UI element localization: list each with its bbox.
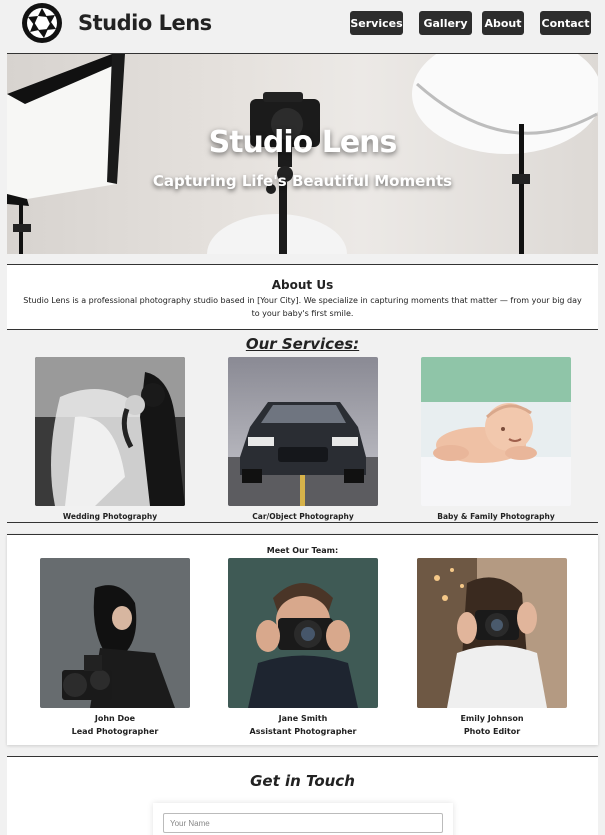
wedding-photo[interactable] <box>35 357 185 506</box>
team-member-card: Jane Smith Assistant Photographer <box>228 558 378 736</box>
nav-services-button[interactable]: Services <box>350 11 403 35</box>
team-member-card: Emily Johnson Photo Editor <box>417 558 567 736</box>
about-section: About Us Studio Lens is a professional p… <box>7 264 598 330</box>
brand-name[interactable]: Studio Lens <box>78 11 212 35</box>
nav-gallery-button[interactable]: Gallery <box>419 11 472 35</box>
contact-heading: Get in Touch <box>250 772 355 790</box>
name-input[interactable] <box>163 813 443 833</box>
member-photo[interactable] <box>417 558 567 708</box>
member-role: Assistant Photographer <box>249 727 357 736</box>
member-role: Photo Editor <box>463 727 521 736</box>
car-photo[interactable] <box>228 357 378 506</box>
service-card-wedding[interactable]: Wedding Photography <box>35 357 185 521</box>
hero-banner: Studio Lens Capturing Life's Beautiful M… <box>7 53 598 254</box>
member-name: Jane Smith <box>278 714 328 723</box>
member-photo[interactable] <box>40 558 190 708</box>
hero-title: Studio Lens <box>208 125 398 160</box>
camera-aperture-logo-icon[interactable] <box>22 3 62 43</box>
team-heading: Meet Our Team: <box>266 546 339 555</box>
member-role: Lead Photographer <box>71 727 159 736</box>
service-label: Car/Object Photography <box>252 512 354 521</box>
baby-photo[interactable] <box>421 357 571 506</box>
contact-section: Get in Touch <box>7 756 598 835</box>
hero-subtitle: Capturing Life's Beautiful Moments <box>152 172 453 190</box>
service-card-baby[interactable]: Baby & Family Photography <box>421 357 571 521</box>
member-name: Emily Johnson <box>460 714 524 723</box>
member-name: John Doe <box>94 714 136 723</box>
service-label: Wedding Photography <box>62 512 158 521</box>
about-heading: About Us <box>271 278 334 292</box>
site-header: Studio Lens Services Gallery About Conta… <box>0 0 605 50</box>
service-card-car[interactable]: Car/Object Photography <box>228 357 378 521</box>
nav-contact-button[interactable]: Contact <box>540 11 591 35</box>
member-photo[interactable] <box>228 558 378 708</box>
team-member-card: John Doe Lead Photographer <box>40 558 190 736</box>
section-divider <box>7 522 598 523</box>
contact-form <box>153 803 453 835</box>
about-text: Studio Lens is a professional photograph… <box>23 296 582 318</box>
nav-about-button[interactable]: About <box>482 11 524 35</box>
team-section: Meet Our Team: John Doe Lead Photographe… <box>7 534 598 745</box>
services-heading: Our Services: <box>245 335 360 353</box>
service-label: Baby & Family Photography <box>437 512 555 521</box>
